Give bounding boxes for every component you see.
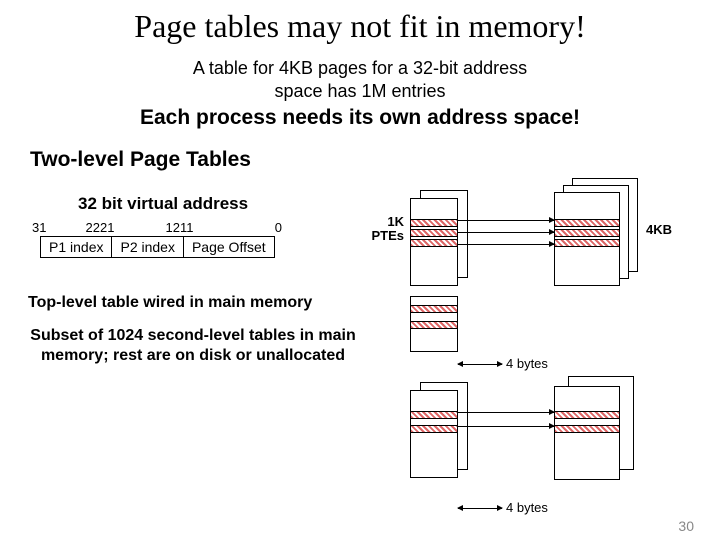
pointer-arrow [458,412,554,413]
bit-12: 12 [122,220,180,235]
second-level-note: Subset of 1024 second-level tables in ma… [28,326,358,366]
pointer-arrow [458,220,554,221]
p2-index-cell: P2 index [112,236,183,257]
page-size-label: 4KB [646,222,672,237]
pte-box-front [410,390,458,478]
pointer-arrow [458,244,554,245]
bit-0: 0 [204,220,282,235]
emphasis-line: Each process needs its own address space… [0,106,720,130]
subtitle: A table for 4KB pages for a 32-bit addre… [0,57,720,104]
pte-box-mid [410,296,458,352]
bytes-label: 4 bytes [506,500,548,515]
bit-31: 31 [32,220,50,235]
pointer-arrow [458,426,554,427]
p1-index-cell: P1 index [41,236,112,257]
bytes-label: 4 bytes [506,356,548,371]
subtitle-line2: space has 1M entries [274,81,445,101]
ptes-label-ptes: PTEs [356,228,404,243]
pointer-arrow [458,232,554,233]
page-offset-cell: Page Offset [183,236,274,257]
bit-11: 11 [180,220,204,235]
width-arrow [458,364,502,365]
slide-title: Page tables may not fit in memory! [0,8,720,45]
address-fields-table: P1 index P2 index Page Offset [40,236,275,258]
pte-box-front [410,198,458,286]
width-arrow [458,508,502,509]
bit-22: 22 [50,220,100,235]
section-heading: Two-level Page Tables [30,148,720,172]
subtitle-line1: A table for 4KB pages for a 32-bit addre… [193,58,527,78]
page-box [554,386,620,480]
page-number: 30 [678,518,694,534]
page-box [554,192,620,286]
page-table-diagram: 1K PTEs 4KB 4 bytes 4 bytes [392,198,712,528]
bit-21: 21 [100,220,122,235]
ptes-label-1k: 1K [364,214,404,229]
